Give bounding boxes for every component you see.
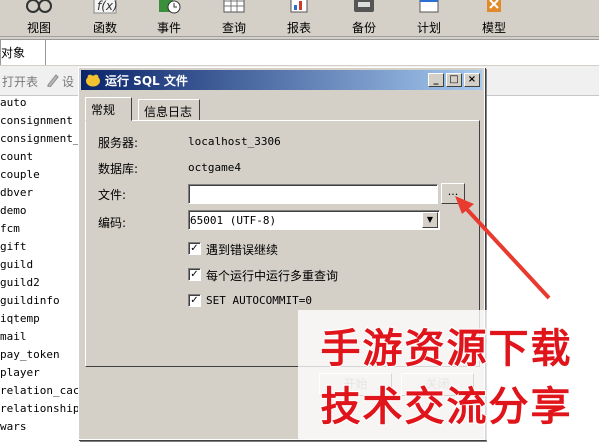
- dialog-titlebar[interactable]: 运行 SQL 文件 _ □ ×: [81, 70, 482, 90]
- tab-general-label: 常规: [91, 103, 116, 117]
- toolbar-view-button[interactable]: 视图: [12, 0, 66, 37]
- file-input[interactable]: [188, 184, 438, 204]
- toolbar-schedule-button[interactable]: 计划: [402, 0, 456, 37]
- table-list-item[interactable]: guildinfo: [0, 294, 60, 311]
- report-icon: [290, 0, 308, 13]
- server-label: 服务器:: [98, 136, 139, 150]
- table-list-item[interactable]: wars: [0, 420, 27, 437]
- table-list: auto consignment consignment_vo count couple…: [0, 96, 93, 444]
- database-value: octgame4: [188, 161, 241, 174]
- navicat-window: 视图 f(x) 函数 事件 查询 报表 备份 计划 模型 对象 打开表 设 au…: [0, 0, 599, 444]
- table-list-item[interactable]: guild2: [0, 276, 40, 293]
- table-list-item[interactable]: mail: [0, 330, 27, 347]
- table-list-item[interactable]: demo: [0, 204, 27, 221]
- file-label: 文件:: [98, 188, 127, 202]
- main-toolbar: 视图 f(x) 函数 事件 查询 报表 备份 计划 模型: [0, 0, 599, 37]
- design-icon: [47, 74, 59, 87]
- table-grid-icon: [223, 0, 245, 13]
- calendar-icon: [419, 0, 439, 13]
- toolbar-event-label: 事件: [156, 21, 181, 35]
- tab-info-log-label: 信息日志: [144, 105, 193, 119]
- svg-text:f(x): f(x): [97, 0, 118, 13]
- maximize-button[interactable]: □: [446, 73, 462, 87]
- toolbar-backup-button[interactable]: 备份: [337, 0, 391, 37]
- tab-general[interactable]: 常规: [85, 97, 132, 121]
- encoding-label: 编码:: [98, 216, 127, 230]
- backup-icon: [354, 0, 374, 12]
- table-list-item[interactable]: couple: [0, 168, 40, 185]
- encoding-value: 65001 (UTF-8): [190, 214, 277, 227]
- encoding-select[interactable]: 65001 (UTF-8) ▼: [188, 210, 440, 230]
- tab-objects[interactable]: 对象: [0, 39, 46, 65]
- watermark-line-2: 技术交流分享: [320, 383, 573, 431]
- autocommit-label: SET AUTOCOMMIT=0: [206, 294, 312, 307]
- tab-objects-label: 对象: [1, 46, 26, 60]
- autocommit-checkbox[interactable]: ✓: [188, 294, 201, 307]
- table-list-item[interactable]: dbver: [0, 186, 33, 203]
- table-list-item[interactable]: consignment: [0, 114, 73, 131]
- table-list-item[interactable]: gift: [0, 240, 27, 257]
- toolbar-query-button[interactable]: 查询: [207, 0, 261, 37]
- tab-info-log[interactable]: 信息日志: [138, 99, 200, 121]
- toolbar-backup-label: 备份: [351, 21, 376, 35]
- minimize-button[interactable]: _: [428, 73, 444, 87]
- object-tab-row: 对象: [0, 37, 599, 65]
- function-icon: f(x): [93, 0, 118, 14]
- app-icon: [86, 74, 100, 87]
- toolbar-function-label: 函数: [92, 21, 117, 35]
- clock-icon: [159, 0, 181, 14]
- toolbar-schedule-label: 计划: [416, 21, 441, 35]
- table-list-item[interactable]: iqtemp: [0, 312, 40, 329]
- server-value: localhost_3306: [188, 135, 281, 148]
- toolbar-report-button[interactable]: 报表: [272, 0, 326, 37]
- continue-on-error-checkbox[interactable]: ✓: [188, 242, 201, 255]
- table-list-item[interactable]: guild: [0, 258, 33, 275]
- dialog-title: 运行 SQL 文件: [105, 74, 188, 88]
- chevron-down-icon[interactable]: ▼: [422, 212, 438, 228]
- toolbar-query-label: 查询: [221, 21, 246, 35]
- database-label: 数据库:: [98, 162, 139, 176]
- toolbar-event-button[interactable]: 事件: [142, 0, 196, 37]
- browse-file-button[interactable]: ...: [441, 183, 465, 204]
- toolbar-function-button[interactable]: f(x) 函数: [78, 0, 132, 37]
- table-list-item[interactable]: auto: [0, 96, 27, 113]
- toolbar-view-label: 视图: [26, 21, 51, 35]
- model-icon: [487, 0, 501, 12]
- watermark: 手游资源下载 技术交流分享: [298, 310, 595, 440]
- toolbar-model-button[interactable]: 模型: [467, 0, 521, 37]
- watermark-line-1: 手游资源下载: [320, 325, 573, 373]
- tab-strip-area: [46, 39, 599, 65]
- glasses-icon: [26, 0, 52, 13]
- toolbar-model-label: 模型: [481, 21, 506, 35]
- design-table-button[interactable]: 设: [62, 73, 74, 90]
- multi-query-label: 每个运行中运行多重查询: [206, 269, 339, 283]
- table-list-item[interactable]: count: [0, 150, 33, 167]
- toolbar-report-label: 报表: [286, 21, 311, 35]
- multi-query-checkbox[interactable]: ✓: [188, 268, 201, 281]
- continue-on-error-label: 遇到错误继续: [206, 243, 279, 257]
- table-list-item[interactable]: fcm: [0, 222, 20, 239]
- open-table-button[interactable]: 打开表: [2, 73, 38, 90]
- table-list-item[interactable]: relationship: [0, 402, 79, 419]
- table-list-item[interactable]: pay_token: [0, 348, 60, 365]
- table-list-item[interactable]: player: [0, 366, 40, 383]
- close-window-button[interactable]: ×: [464, 73, 480, 87]
